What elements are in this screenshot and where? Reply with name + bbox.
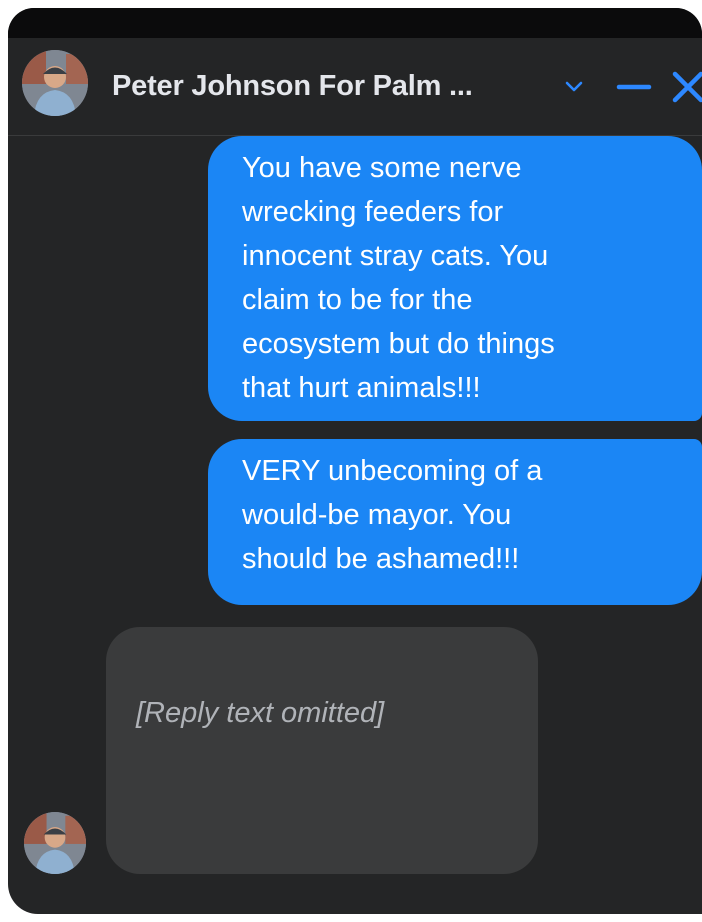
close-icon	[672, 71, 702, 103]
contact-avatar[interactable]	[22, 50, 88, 116]
profile-photo-icon	[22, 50, 88, 116]
minimize-button[interactable]	[612, 38, 656, 136]
contact-name[interactable]: Peter Johnson For Palm ...	[112, 70, 473, 103]
profile-photo-icon	[24, 812, 86, 874]
message-list: You have some nerve wrecking feeders for…	[8, 136, 702, 914]
message-placeholder: [Reply text omitted]	[136, 697, 385, 729]
chevron-down-icon	[565, 81, 583, 92]
outgoing-message-bubble[interactable]: VERY unbecoming of a would-be mayor. You…	[208, 439, 702, 605]
minimize-icon	[616, 84, 652, 90]
close-button[interactable]	[668, 38, 702, 136]
chat-window: Peter Johnson For Palm ... You have some…	[8, 8, 702, 914]
incoming-message-bubble[interactable]: [Reply text omitted]	[106, 627, 538, 874]
chevron-down-button[interactable]	[554, 38, 594, 136]
window-top-strip	[8, 8, 702, 38]
sender-avatar[interactable]	[24, 812, 86, 874]
chat-header: Peter Johnson For Palm ...	[8, 38, 702, 136]
outgoing-message-bubble[interactable]: You have some nerve wrecking feeders for…	[208, 136, 702, 421]
